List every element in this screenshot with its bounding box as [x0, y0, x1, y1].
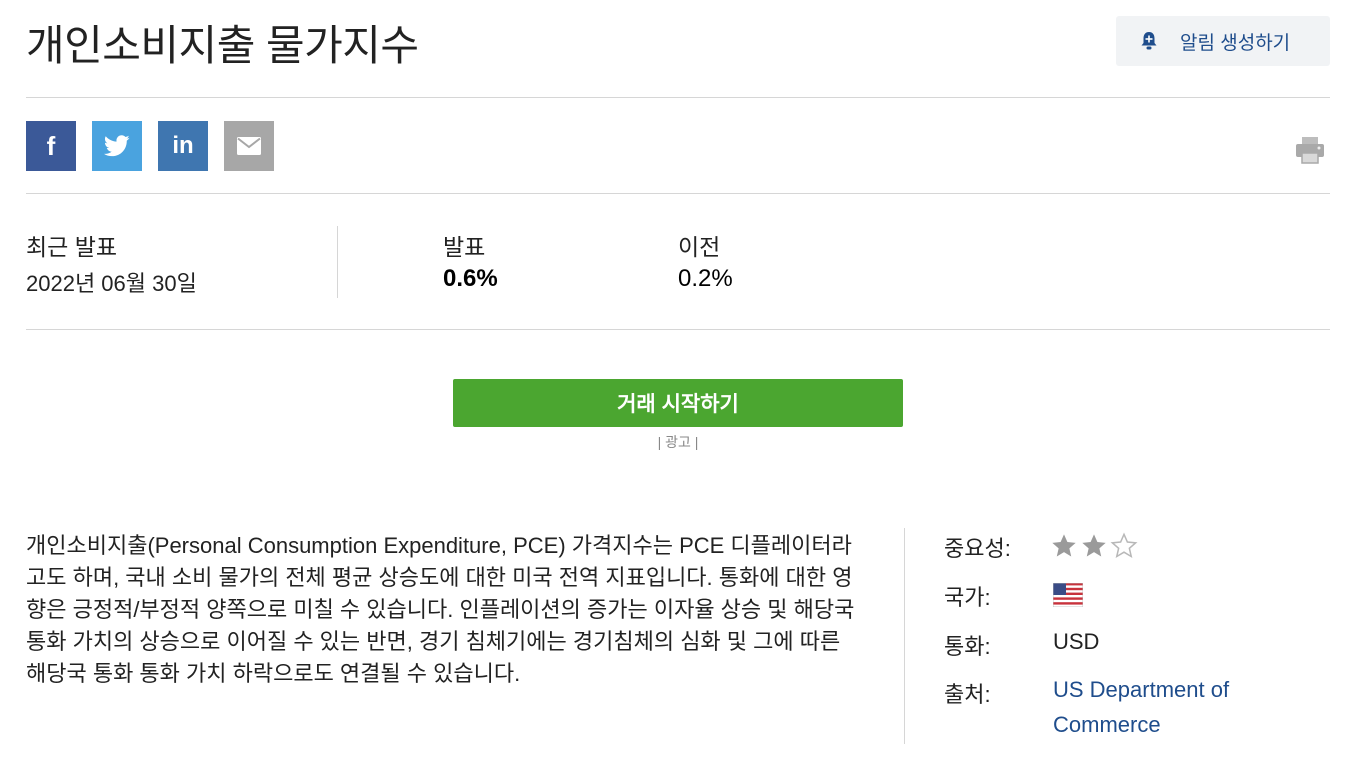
divider: [26, 193, 1330, 194]
linkedin-icon: in: [172, 132, 194, 159]
currency-label: 통화:: [944, 634, 991, 659]
currency-value: USD: [1053, 629, 1100, 654]
importance-label: 중요성:: [944, 536, 1011, 561]
divider: [337, 226, 338, 298]
actual-label: 발표: [443, 234, 486, 260]
latest-release-date: 2022년 06월 30일: [26, 271, 197, 296]
twitter-share-button[interactable]: [92, 121, 142, 171]
facebook-icon: f: [46, 130, 56, 161]
star-empty-icon: [1110, 532, 1138, 559]
divider: [904, 528, 905, 744]
star-filled-icon: [1052, 534, 1076, 557]
star-filled-icon: [1082, 534, 1106, 557]
twitter-icon: [104, 135, 130, 157]
create-alert-label: 알림 생성하기: [1180, 32, 1291, 54]
email-icon: [237, 137, 261, 155]
latest-release-label: 최근 발표: [26, 234, 118, 260]
ad-note: | 광고 |: [657, 434, 699, 450]
actual-value: 0.6%: [443, 265, 498, 292]
email-share-button[interactable]: [224, 121, 274, 171]
source-link[interactable]: US Department of Commerce: [1053, 672, 1273, 742]
facebook-share-button[interactable]: f: [26, 121, 76, 171]
print-icon[interactable]: [1294, 134, 1326, 166]
previous-value: 0.2%: [678, 265, 733, 292]
divider: [26, 97, 1330, 98]
create-alert-button[interactable]: 알림 생성하기: [1116, 16, 1330, 66]
country-label: 국가:: [944, 585, 991, 610]
start-trading-button[interactable]: 거래 시작하기: [453, 379, 903, 427]
page-title: 개인소비지출 물가지수: [26, 22, 419, 69]
linkedin-share-button[interactable]: in: [158, 121, 208, 171]
us-flag-icon: [1053, 583, 1083, 607]
bell-icon: [1140, 31, 1158, 51]
importance-rating: [1050, 532, 1138, 560]
indicator-description: 개인소비지출(Personal Consumption Expenditure,…: [26, 533, 855, 686]
source-label: 출처:: [944, 682, 991, 707]
previous-label: 이전: [678, 234, 721, 260]
divider: [26, 329, 1330, 330]
